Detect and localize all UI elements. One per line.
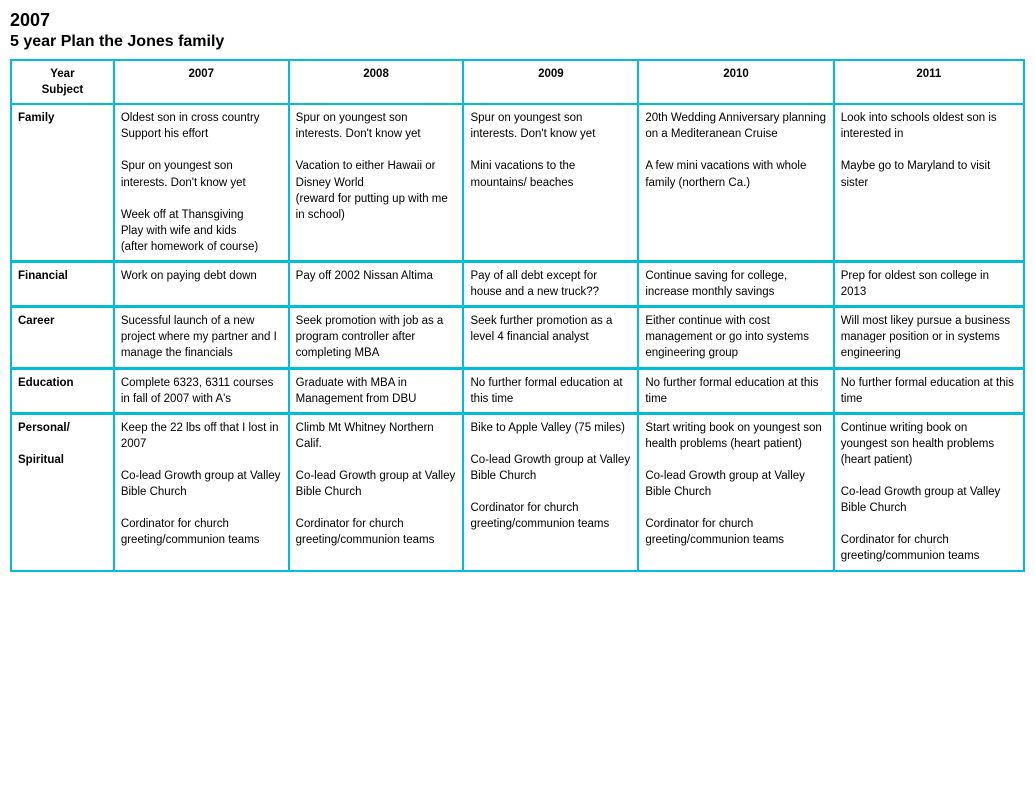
cell-r0-c3: 20th Wedding Anniversary planning on a M… [638, 104, 833, 261]
cell-r2-c1: Seek promotion with job as a program con… [289, 307, 464, 368]
cell-r4-c3: Start writing book on youngest son healt… [638, 413, 833, 570]
subject-label-header: Subject [18, 82, 107, 98]
cell-r1-c2: Pay of all debt except for house and a n… [463, 262, 638, 307]
year-2010-header: 2010 [638, 60, 833, 104]
cell-r0-c1: Spur on youngest son interests. Don't kn… [289, 104, 464, 261]
cell-r1-c4: Prep for oldest son college in 2013 [834, 262, 1024, 307]
year-2007-header: 2007 [114, 60, 289, 104]
table-row: Personal/ SpiritualKeep the 22 lbs off t… [11, 413, 1024, 570]
cell-r2-c4: Will most likey pursue a business manage… [834, 307, 1024, 368]
table-row: CareerSucessful launch of a new project … [11, 307, 1024, 368]
table-row: EducationComplete 6323, 6311 courses in … [11, 368, 1024, 413]
subject-header: Year Subject [11, 60, 114, 104]
subject-cell-3: Education [11, 368, 114, 413]
subject-cell-2: Career [11, 307, 114, 368]
cell-r2-c0: Sucessful launch of a new project where … [114, 307, 289, 368]
cell-r4-c2: Bike to Apple Valley (75 miles) Co-lead … [463, 413, 638, 570]
cell-r4-c1: Climb Mt Whitney Northern Calif. Co-lead… [289, 413, 464, 570]
cell-r1-c1: Pay off 2002 Nissan Altima [289, 262, 464, 307]
cell-r3-c2: No further formal education at this time [463, 368, 638, 413]
cell-r1-c3: Continue saving for college, increase mo… [638, 262, 833, 307]
page-subtitle: 5 year Plan the Jones family [10, 33, 1025, 51]
cell-r4-c0: Keep the 22 lbs off that I lost in 2007 … [114, 413, 289, 570]
cell-r0-c2: Spur on youngest son interests. Don't kn… [463, 104, 638, 261]
cell-r3-c0: Complete 6323, 6311 courses in fall of 2… [114, 368, 289, 413]
cell-r3-c1: Graduate with MBA in Management from DBU [289, 368, 464, 413]
page-title: 2007 [10, 10, 1025, 31]
year-label: Year [18, 66, 107, 82]
year-2009-header: 2009 [463, 60, 638, 104]
cell-r0-c0: Oldest son in cross country Support his … [114, 104, 289, 261]
plan-table: Year Subject 2007 2008 2009 2010 2011 Fa… [10, 59, 1025, 572]
cell-r4-c4: Continue writing book on youngest son he… [834, 413, 1024, 570]
year-2008-header: 2008 [289, 60, 464, 104]
cell-r0-c4: Look into schools oldest son is interest… [834, 104, 1024, 261]
year-2011-header: 2011 [834, 60, 1024, 104]
table-row: FamilyOldest son in cross country Suppor… [11, 104, 1024, 261]
subject-cell-0: Family [11, 104, 114, 261]
subject-cell-1: Financial [11, 262, 114, 307]
cell-r2-c3: Either continue with cost management or … [638, 307, 833, 368]
table-row: FinancialWork on paying debt downPay off… [11, 262, 1024, 307]
cell-r3-c3: No further formal education at this time [638, 368, 833, 413]
cell-r1-c0: Work on paying debt down [114, 262, 289, 307]
cell-r3-c4: No further formal education at this time [834, 368, 1024, 413]
header-row: Year Subject 2007 2008 2009 2010 2011 [11, 60, 1024, 104]
cell-r2-c2: Seek further promotion as a level 4 fina… [463, 307, 638, 368]
subject-cell-4: Personal/ Spiritual [11, 413, 114, 570]
